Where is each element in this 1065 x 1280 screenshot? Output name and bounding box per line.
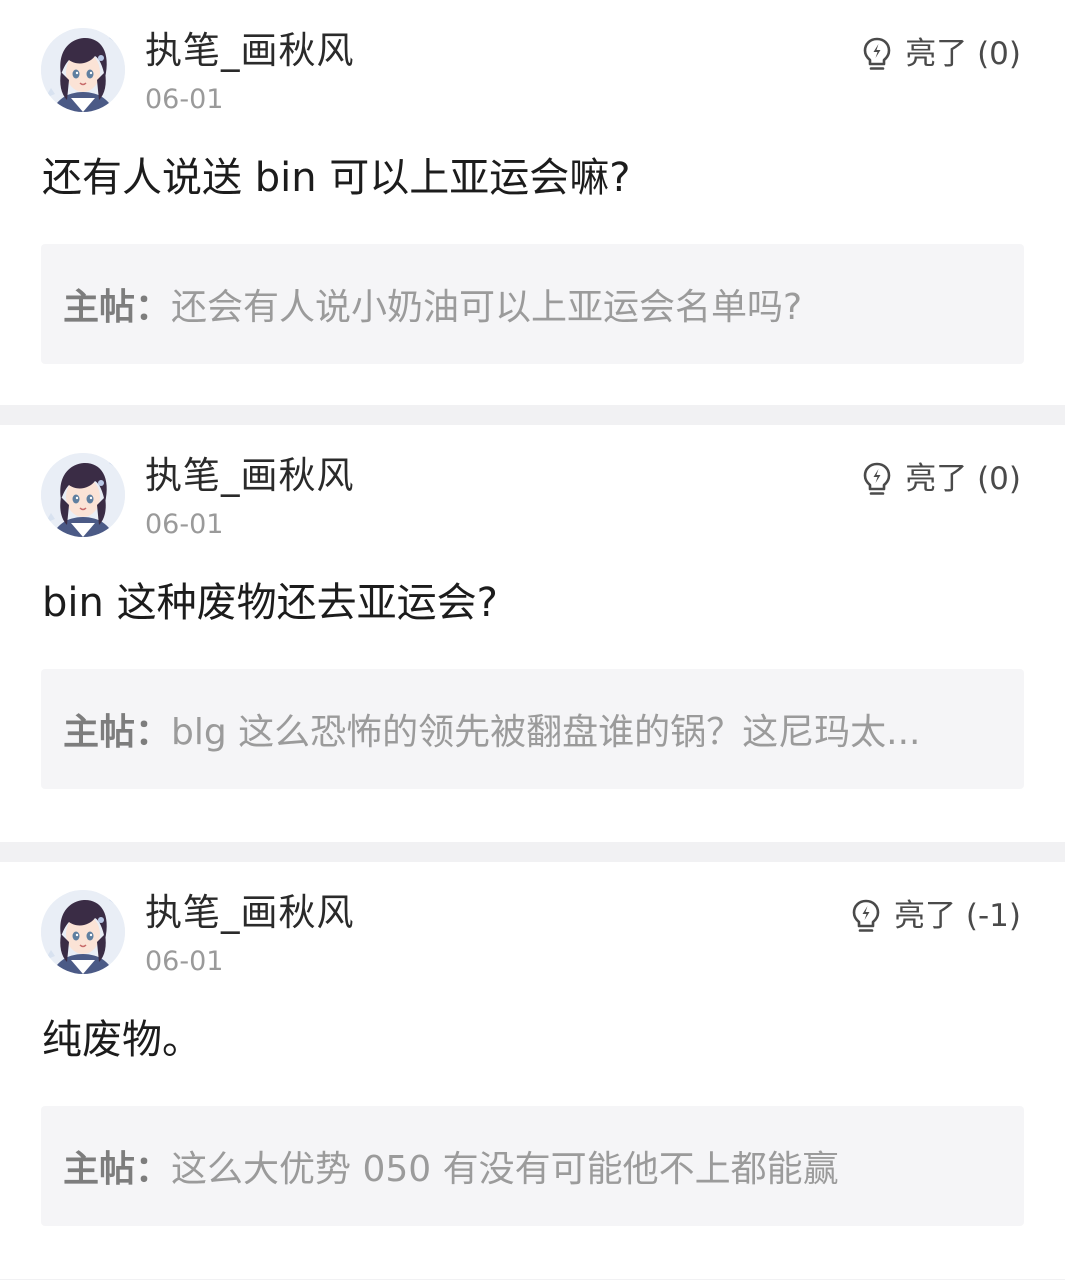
username[interactable]: 执笔_画秋风 bbox=[145, 28, 355, 74]
post-date: 06-01 bbox=[145, 946, 224, 977]
section-divider bbox=[0, 405, 1065, 425]
reply-feed: 执笔_画秋风 06-01 亮了 (0) 还有人说送 bin 可以上亚运会嘛? 主… bbox=[0, 0, 1065, 1280]
reply-card: 执笔_画秋风 06-01 亮了 (0) 还有人说送 bin 可以上亚运会嘛? 主… bbox=[0, 0, 1065, 405]
quote-label: 主帖： bbox=[63, 287, 172, 328]
light-count-label: 亮了 (0) bbox=[905, 461, 1021, 497]
anime-avatar-icon bbox=[41, 453, 125, 537]
anime-avatar-icon bbox=[41, 28, 125, 112]
light-button[interactable]: 亮了 (0) bbox=[861, 457, 1021, 501]
reply-content: 纯废物。 bbox=[42, 1017, 202, 1063]
light-count-label: 亮了 (-1) bbox=[894, 898, 1021, 934]
quote-text: 还会有人说小奶油可以上亚运会名单吗? bbox=[171, 287, 803, 328]
avatar[interactable] bbox=[41, 453, 125, 537]
anime-avatar-icon bbox=[41, 890, 125, 974]
username[interactable]: 执笔_画秋风 bbox=[145, 890, 355, 936]
lightbulb-icon bbox=[863, 37, 891, 70]
reply-content: bin 这种废物还去亚运会? bbox=[42, 580, 498, 626]
light-button[interactable]: 亮了 (0) bbox=[861, 32, 1021, 76]
quote-text: blg 这么恐怖的领先被翻盘谁的锅？这尼玛太... bbox=[171, 712, 921, 753]
avatar[interactable] bbox=[41, 28, 125, 112]
post-date: 06-01 bbox=[145, 509, 224, 540]
reply-card: 执笔_画秋风 06-01 亮了 (0) bin 这种废物还去亚运会? 主帖： b… bbox=[0, 425, 1065, 842]
main-post-quote[interactable]: 主帖： 这么大优势 050 有没有可能他不上都能赢 bbox=[41, 1106, 1024, 1226]
reply-card: 执笔_画秋风 06-01 亮了 (-1) 纯废物。 主帖： 这么大优势 050 … bbox=[0, 862, 1065, 1279]
avatar[interactable] bbox=[41, 890, 125, 974]
quote-label: 主帖： bbox=[63, 1149, 172, 1190]
main-post-quote[interactable]: 主帖： 还会有人说小奶油可以上亚运会名单吗? bbox=[41, 244, 1024, 364]
reply-content: 还有人说送 bin 可以上亚运会嘛? bbox=[42, 155, 631, 201]
quote-label: 主帖： bbox=[63, 712, 172, 753]
lightbulb-icon bbox=[863, 462, 891, 495]
main-post-quote[interactable]: 主帖： blg 这么恐怖的领先被翻盘谁的锅？这尼玛太... bbox=[41, 669, 1024, 789]
quote-text: 这么大优势 050 有没有可能他不上都能赢 bbox=[171, 1149, 839, 1190]
lightbulb-icon bbox=[852, 899, 880, 932]
light-count-label: 亮了 (0) bbox=[905, 36, 1021, 72]
light-button[interactable]: 亮了 (-1) bbox=[850, 894, 1021, 938]
post-date: 06-01 bbox=[145, 84, 224, 115]
section-divider bbox=[0, 842, 1065, 862]
username[interactable]: 执笔_画秋风 bbox=[145, 453, 355, 499]
